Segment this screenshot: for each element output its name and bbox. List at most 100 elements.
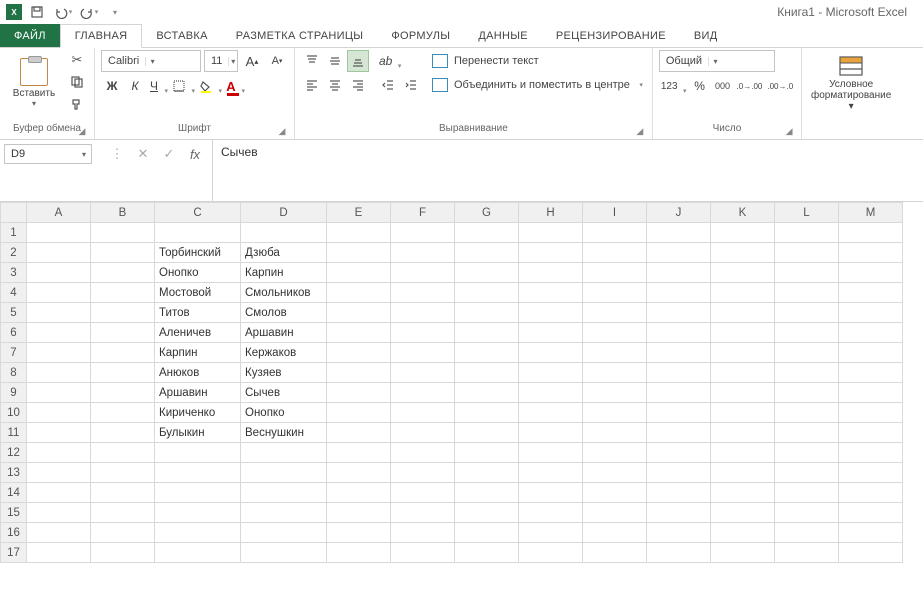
cell[interactable] <box>519 363 583 383</box>
cell[interactable] <box>711 323 775 343</box>
cell[interactable] <box>327 543 391 563</box>
cell[interactable] <box>583 483 647 503</box>
cell[interactable] <box>711 243 775 263</box>
cell[interactable] <box>241 503 327 523</box>
qat-customize-button[interactable]: ▾ <box>104 2 126 22</box>
cell[interactable] <box>647 343 711 363</box>
cell[interactable] <box>327 223 391 243</box>
cell[interactable]: Аленичев <box>155 323 241 343</box>
col-header[interactable]: D <box>241 203 327 223</box>
cell[interactable] <box>455 303 519 323</box>
cell[interactable] <box>327 243 391 263</box>
cell[interactable] <box>391 463 455 483</box>
cell[interactable] <box>327 463 391 483</box>
cell[interactable] <box>391 243 455 263</box>
cell[interactable] <box>27 543 91 563</box>
col-header[interactable]: I <box>583 203 647 223</box>
cell[interactable] <box>711 463 775 483</box>
row-header[interactable]: 14 <box>1 483 27 503</box>
cell[interactable] <box>91 283 155 303</box>
cell[interactable] <box>647 323 711 343</box>
accounting-format-button[interactable]: 123 <box>659 75 688 97</box>
cell[interactable]: Аршавин <box>241 323 327 343</box>
cell[interactable] <box>775 483 839 503</box>
cell[interactable] <box>91 423 155 443</box>
font-name-combo[interactable]: Calibri▾ <box>101 50 201 72</box>
cell[interactable] <box>327 483 391 503</box>
cell[interactable]: Онопко <box>155 263 241 283</box>
cell[interactable]: Смольников <box>241 283 327 303</box>
row-header[interactable]: 9 <box>1 383 27 403</box>
row-header[interactable]: 12 <box>1 443 27 463</box>
cell[interactable]: Аршавин <box>155 383 241 403</box>
increase-indent-button[interactable] <box>400 74 422 96</box>
cell[interactable] <box>391 483 455 503</box>
cell[interactable] <box>647 463 711 483</box>
row-header[interactable]: 10 <box>1 403 27 423</box>
row-header[interactable]: 17 <box>1 543 27 563</box>
cell[interactable]: Анюков <box>155 363 241 383</box>
cell[interactable] <box>583 503 647 523</box>
cell[interactable] <box>583 243 647 263</box>
cell[interactable] <box>27 383 91 403</box>
cell[interactable] <box>583 423 647 443</box>
cell[interactable] <box>455 383 519 403</box>
merge-center-button[interactable]: Объединить и поместить в центре <box>426 74 646 96</box>
cell[interactable] <box>327 283 391 303</box>
col-header[interactable]: E <box>327 203 391 223</box>
cell[interactable] <box>519 303 583 323</box>
cell[interactable] <box>27 223 91 243</box>
redo-button[interactable]: ▾ <box>78 2 100 22</box>
italic-button[interactable]: К <box>124 75 146 97</box>
cell[interactable] <box>327 443 391 463</box>
cell[interactable] <box>155 483 241 503</box>
cell[interactable] <box>775 403 839 423</box>
cell[interactable] <box>27 303 91 323</box>
cell[interactable]: Торбинский <box>155 243 241 263</box>
cell[interactable] <box>647 423 711 443</box>
cell[interactable] <box>711 303 775 323</box>
cell[interactable] <box>327 343 391 363</box>
align-middle-button[interactable] <box>324 50 346 72</box>
cell[interactable] <box>391 443 455 463</box>
undo-button[interactable]: ▾ <box>52 2 74 22</box>
font-launcher[interactable]: ◢ <box>276 126 288 138</box>
cell[interactable] <box>27 443 91 463</box>
align-left-button[interactable] <box>301 74 323 96</box>
cell[interactable] <box>839 323 903 343</box>
col-header[interactable]: K <box>711 203 775 223</box>
tab-page-layout[interactable]: РАЗМЕТКА СТРАНИЦЫ <box>222 24 378 47</box>
tab-view[interactable]: ВИД <box>680 24 732 47</box>
cell[interactable] <box>647 363 711 383</box>
cell[interactable] <box>27 263 91 283</box>
number-format-combo[interactable]: Общий▾ <box>659 50 775 72</box>
cell[interactable] <box>775 243 839 263</box>
tab-data[interactable]: ДАННЫЕ <box>464 24 542 47</box>
fill-color-button[interactable] <box>197 75 223 97</box>
cell[interactable] <box>519 263 583 283</box>
cell[interactable] <box>839 523 903 543</box>
cell[interactable] <box>391 523 455 543</box>
cell[interactable] <box>711 503 775 523</box>
row-header[interactable]: 15 <box>1 503 27 523</box>
cell[interactable] <box>711 523 775 543</box>
cell[interactable] <box>519 283 583 303</box>
cell[interactable] <box>455 343 519 363</box>
cell[interactable] <box>155 443 241 463</box>
tab-insert[interactable]: ВСТАВКА <box>142 24 221 47</box>
formula-enter-button[interactable]: ✓ <box>156 144 182 164</box>
cell[interactable] <box>839 463 903 483</box>
cell[interactable] <box>839 303 903 323</box>
cell[interactable] <box>91 263 155 283</box>
chevron-down-icon[interactable]: ▾ <box>77 150 91 159</box>
cell[interactable] <box>775 463 839 483</box>
cell[interactable] <box>91 323 155 343</box>
cell[interactable] <box>711 383 775 403</box>
cell[interactable] <box>27 503 91 523</box>
cell[interactable] <box>455 263 519 283</box>
cell[interactable] <box>519 463 583 483</box>
cell[interactable] <box>455 543 519 563</box>
cell[interactable] <box>27 523 91 543</box>
cell[interactable] <box>775 363 839 383</box>
cell[interactable] <box>391 343 455 363</box>
